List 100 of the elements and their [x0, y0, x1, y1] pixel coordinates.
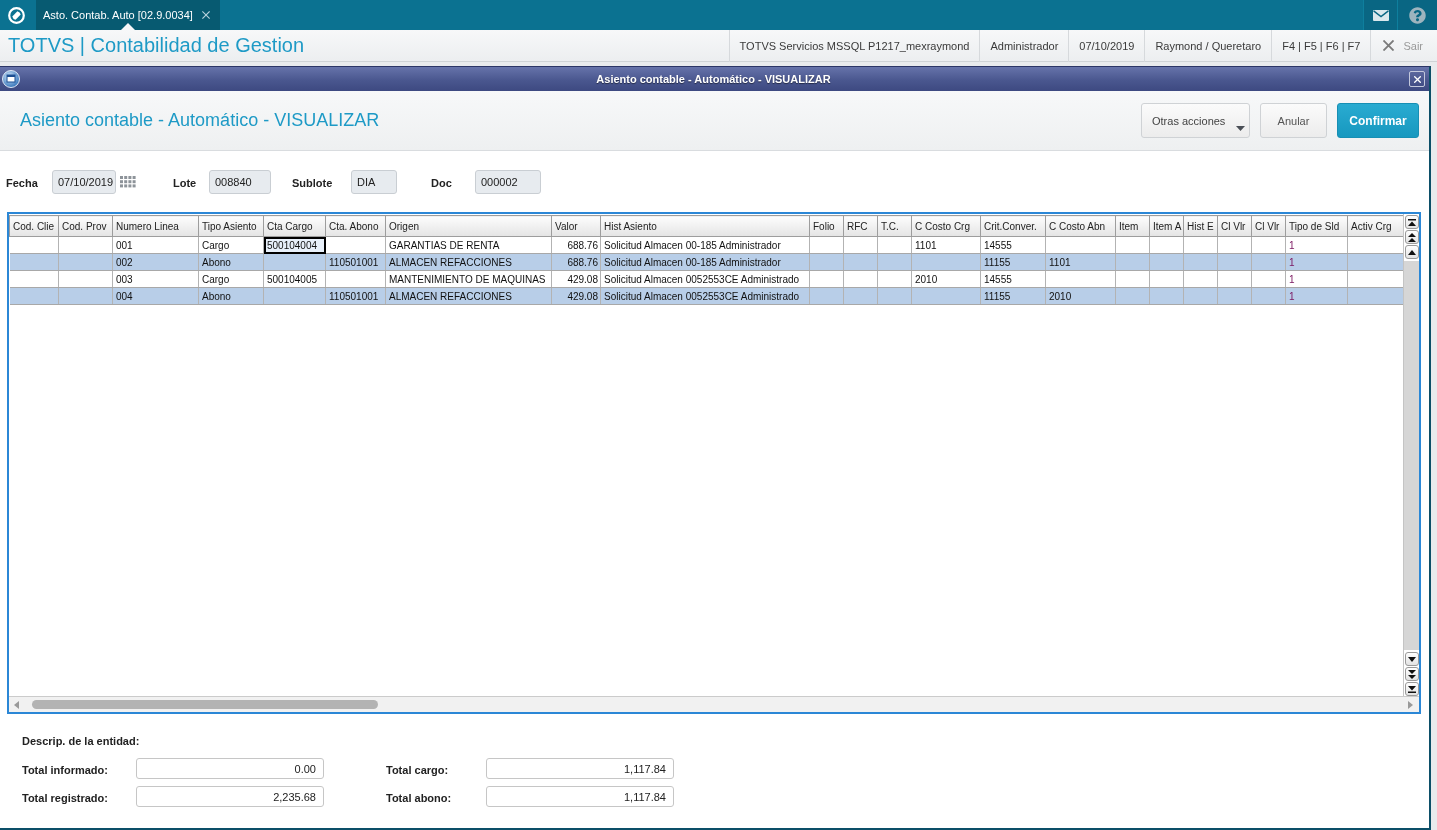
table-cell[interactable] — [911, 253, 981, 271]
table-cell[interactable] — [1217, 236, 1252, 254]
column-header[interactable]: Cta Cargo — [263, 215, 326, 237]
table-cell[interactable] — [325, 270, 386, 288]
table-cell[interactable]: 429.08 — [551, 287, 601, 305]
table-cell[interactable] — [877, 236, 912, 254]
table-cell[interactable]: 002 — [112, 253, 199, 271]
column-header[interactable]: C Costo Crg — [911, 215, 981, 237]
table-cell[interactable]: 1 — [1285, 236, 1348, 254]
table-cell[interactable] — [1115, 236, 1150, 254]
column-header[interactable]: Numero Linea — [112, 215, 199, 237]
table-cell[interactable]: 110501001 — [325, 287, 386, 305]
table-cell[interactable] — [263, 253, 326, 271]
table-cell[interactable] — [843, 270, 878, 288]
column-header[interactable]: RFC — [843, 215, 878, 237]
table-cell[interactable] — [1115, 253, 1150, 271]
table-cell[interactable] — [1183, 236, 1218, 254]
column-header[interactable]: Cod. Prov — [58, 215, 113, 237]
column-header[interactable]: Cl Vlr — [1251, 215, 1286, 237]
table-cell[interactable]: 14555 — [980, 270, 1046, 288]
table-cell[interactable] — [877, 270, 912, 288]
table-cell[interactable]: Solicitud Almacen 0052553CE Administrado — [600, 270, 810, 288]
column-header[interactable]: Origen — [385, 215, 552, 237]
date-field[interactable]: 07/10/2019 — [52, 170, 116, 194]
table-cell[interactable]: Solicitud Almacen 00-185 Administrador — [600, 236, 810, 254]
table-cell[interactable] — [9, 253, 59, 271]
table-cell[interactable]: 1 — [1285, 287, 1348, 305]
table-cell[interactable]: 11155 — [980, 287, 1046, 305]
table-cell[interactable] — [1045, 270, 1116, 288]
table-cell[interactable]: 2010 — [911, 270, 981, 288]
column-header[interactable]: Item — [1115, 215, 1150, 237]
table-cell[interactable] — [58, 270, 113, 288]
table-cell[interactable]: 1 — [1285, 253, 1348, 271]
table-cell[interactable]: 004 — [112, 287, 199, 305]
number-field[interactable]: 1,117.84 — [486, 786, 674, 807]
dialog-close-button[interactable] — [1409, 71, 1425, 87]
dropdown-button[interactable]: Otras acciones — [1141, 103, 1250, 138]
table-cell[interactable] — [9, 287, 59, 305]
table-cell[interactable] — [1149, 270, 1184, 288]
triangle-left-icon[interactable] — [14, 700, 19, 709]
table-cell[interactable]: 1 — [1285, 270, 1348, 288]
column-header[interactable]: Activ Crg — [1347, 215, 1403, 237]
dot-grid-icon[interactable] — [120, 176, 136, 188]
column-header[interactable]: Tipo de Sld — [1285, 215, 1348, 237]
table-cell[interactable]: 688.76 — [551, 236, 601, 254]
table-cell[interactable] — [1217, 270, 1252, 288]
table-cell[interactable]: 003 — [112, 270, 199, 288]
table-cell[interactable] — [809, 270, 844, 288]
table-cell[interactable] — [1045, 236, 1116, 254]
table-cell[interactable]: 2010 — [1045, 287, 1116, 305]
table-cell[interactable] — [1251, 287, 1286, 305]
table-cell[interactable] — [843, 253, 878, 271]
column-header[interactable]: Item A — [1149, 215, 1184, 237]
scroll-top-button[interactable] — [1405, 215, 1419, 229]
table-cell[interactable] — [809, 253, 844, 271]
logo-icon[interactable] — [7, 6, 25, 24]
number-field[interactable]: 0.00 — [136, 758, 324, 779]
table-cell[interactable]: 688.76 — [551, 253, 601, 271]
table-cell[interactable] — [1217, 287, 1252, 305]
table-cell[interactable] — [263, 287, 326, 305]
table-cell[interactable]: ALMACEN REFACCIONES — [385, 253, 552, 271]
table-cell[interactable] — [911, 287, 981, 305]
table-cell[interactable] — [1251, 253, 1286, 271]
table-cell[interactable] — [9, 236, 59, 254]
table-cell[interactable]: 1101 — [911, 236, 981, 254]
table-cell[interactable]: Cargo — [198, 236, 264, 254]
table-cell[interactable]: Abono — [198, 253, 264, 271]
table-cell[interactable] — [58, 253, 113, 271]
table-cell[interactable] — [877, 287, 912, 305]
column-header[interactable]: T.C. — [877, 215, 912, 237]
table-cell[interactable] — [809, 287, 844, 305]
column-header[interactable]: Tipo Asiento — [198, 215, 264, 237]
table-cell[interactable]: 14555 — [980, 236, 1046, 254]
table-cell[interactable]: Cargo — [198, 270, 264, 288]
column-header[interactable]: Cta. Abono — [325, 215, 386, 237]
scroll-bottom-button[interactable] — [1405, 682, 1419, 696]
table-cell[interactable] — [1183, 253, 1218, 271]
help-button[interactable] — [1397, 0, 1437, 30]
column-header[interactable]: Folio — [809, 215, 844, 237]
number-field[interactable]: 1,117.84 — [486, 758, 674, 779]
table-cell[interactable] — [843, 236, 878, 254]
tab[interactable]: Asto. Contab. Auto [02.9.0034] — [36, 0, 220, 30]
table-cell[interactable] — [1115, 270, 1150, 288]
scroll-up-button[interactable] — [1405, 245, 1419, 259]
table-cell[interactable] — [1149, 236, 1184, 254]
table-cell[interactable] — [1115, 287, 1150, 305]
table-cell[interactable] — [58, 236, 113, 254]
table-cell[interactable]: Solicitud Almacen 0052553CE Administrado — [600, 287, 810, 305]
table-cell[interactable] — [1149, 253, 1184, 271]
table-cell[interactable] — [1183, 270, 1218, 288]
page-up-button[interactable] — [1405, 230, 1419, 244]
table-cell[interactable] — [9, 270, 59, 288]
table-cell[interactable]: GARANTIAS DE RENTA — [385, 236, 552, 254]
column-header[interactable]: Crit.Conver. — [980, 215, 1046, 237]
text-field[interactable]: 008840 — [209, 170, 271, 194]
table-cell[interactable] — [325, 236, 386, 254]
table-cell[interactable]: Abono — [198, 287, 264, 305]
table-cell[interactable]: MANTENIMIENTO DE MAQUINAS — [385, 270, 552, 288]
number-field[interactable]: 2,235.68 — [136, 786, 324, 807]
page-down-button[interactable] — [1405, 667, 1419, 681]
